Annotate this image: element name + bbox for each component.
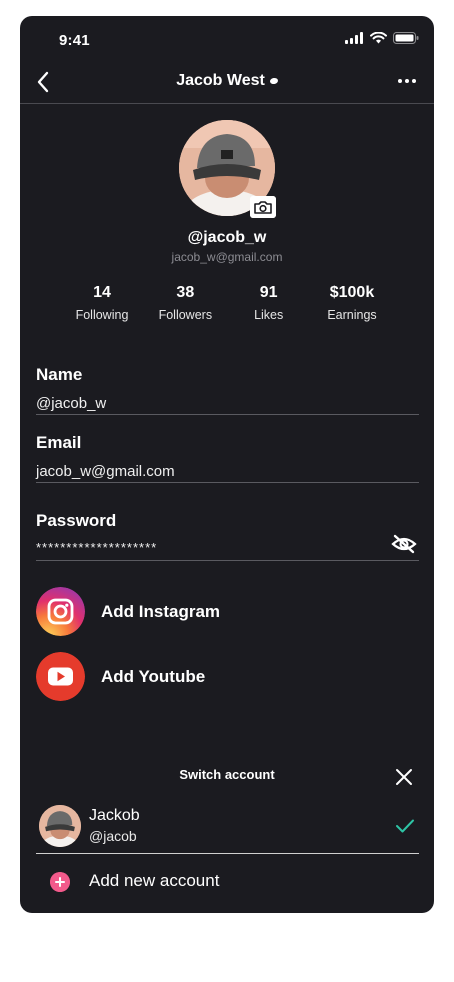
stat-earnings[interactable]: $100k Earnings: [312, 284, 392, 322]
password-input[interactable]: ********************: [36, 540, 157, 555]
account-row[interactable]: Jackob @jacob: [36, 802, 419, 854]
name-input[interactable]: @jacob_w: [36, 395, 106, 412]
stat-followers[interactable]: 38 Followers: [145, 284, 225, 322]
wifi-icon: [370, 32, 387, 44]
profile-email: jacob_w@gmail.com: [171, 250, 283, 264]
password-label: Password: [36, 511, 117, 530]
add-youtube-label: Add Youtube: [101, 667, 206, 686]
account-name: Jackob: [89, 807, 140, 824]
eye-off-icon[interactable]: [391, 534, 417, 554]
youtube-icon: [36, 652, 85, 701]
plus-icon: [50, 872, 70, 892]
status-time: 9:41: [59, 32, 90, 49]
phone-screen: 9:41 Jacob West @jacob_w jacob_w@gmail.c…: [20, 16, 434, 913]
email-field[interactable]: Email jacob_w@gmail.com: [36, 433, 419, 483]
account-handle: @jacob: [89, 828, 137, 844]
add-youtube-row[interactable]: Add Youtube: [36, 652, 416, 702]
add-instagram-label: Add Instagram: [101, 602, 221, 621]
password-field[interactable]: Password ********************: [36, 511, 419, 561]
stat-likes[interactable]: 91 Likes: [229, 284, 309, 322]
stat-following[interactable]: 14 Following: [62, 284, 142, 322]
name-label: Name: [36, 365, 83, 384]
instagram-icon: [36, 587, 85, 636]
stats-row: 14 Following 38 Followers 91 Likes $100k…: [62, 284, 392, 322]
add-instagram-row[interactable]: Add Instagram: [36, 587, 416, 637]
add-new-account-button[interactable]: Add new account: [50, 868, 410, 894]
account-avatar: [39, 805, 81, 847]
signal-icon: [345, 32, 363, 44]
switch-account-title: Switch account: [179, 767, 275, 782]
check-icon: [396, 819, 414, 833]
email-label: Email: [36, 433, 82, 452]
profile-handle: @jacob_w: [187, 229, 267, 246]
battery-icon: [393, 32, 419, 44]
more-horizontal-icon[interactable]: [398, 79, 416, 83]
status-bar: 9:41: [20, 16, 434, 62]
name-field[interactable]: Name @jacob_w: [36, 365, 419, 415]
verified-dot-icon: [269, 77, 279, 85]
add-new-account-label: Add new account: [89, 871, 220, 890]
page-title: Jacob West: [20, 72, 434, 90]
email-input[interactable]: jacob_w@gmail.com: [36, 463, 175, 480]
camera-icon[interactable]: [250, 196, 276, 218]
nav-bar: Jacob West: [20, 64, 434, 104]
close-icon[interactable]: [395, 768, 413, 786]
